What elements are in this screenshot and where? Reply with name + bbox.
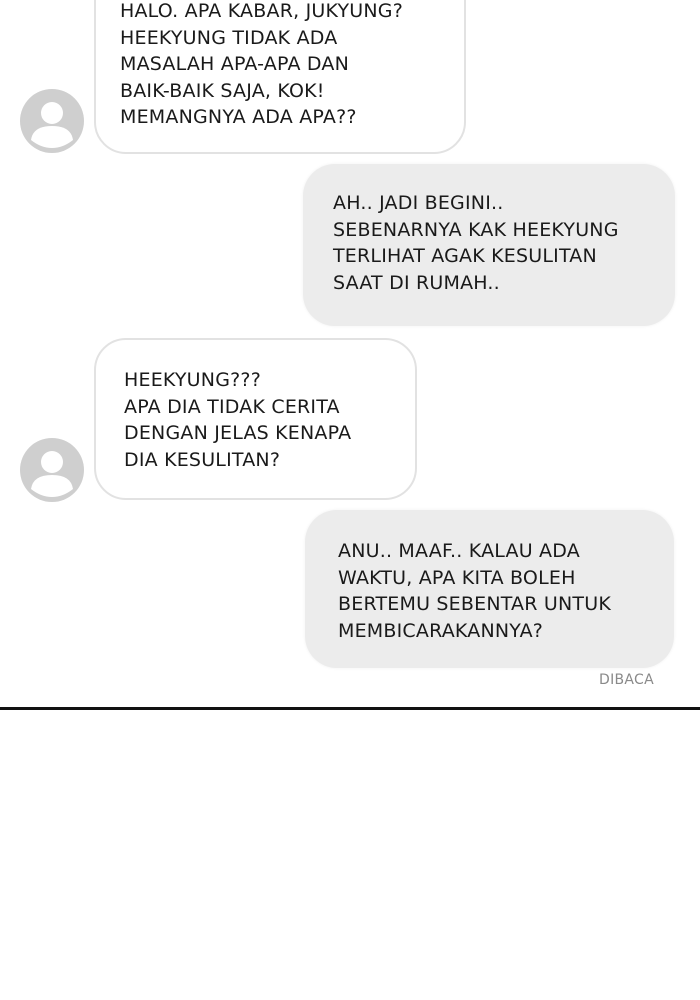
message-line: MEMANGNYA ADA APA?? xyxy=(120,106,357,128)
message-line: HEEKYUNG TIDAK ADA xyxy=(120,26,338,49)
message-line: SAAT DI RUMAH.. xyxy=(333,271,500,294)
message-line: HALO. APA KABAR, JUKYUNG? xyxy=(120,0,403,22)
contact-avatar-icon[interactable] xyxy=(19,437,85,503)
message-line: MEMBICARAKANNYA? xyxy=(338,619,544,642)
message-line: ANU.. MAAF.. KALAU ADA xyxy=(338,540,580,562)
outgoing-message-bubble[interactable]: AH.. JADI BEGINI.. SEBENARNYA KAK HEEKYU… xyxy=(303,164,675,326)
message-line: MASALAH APA-APA DAN xyxy=(120,53,349,75)
read-receipt: DIBACA xyxy=(599,672,654,688)
message-line: WAKTU, APA KITA BOLEH xyxy=(338,566,576,589)
message-line: HEEKYUNG??? xyxy=(124,369,261,391)
chat-panel: HALO. APA KABAR, JUKYUNG? HEEKYUNG TIDAK… xyxy=(0,0,700,708)
incoming-message-bubble[interactable]: HEEKYUNG??? APA DIA TIDAK CERITA DENGAN … xyxy=(94,338,417,500)
message-line: DENGAN JELAS KENAPA xyxy=(124,422,352,444)
message-line: BAIK-BAIK SAJA, KOK! xyxy=(120,79,325,102)
message-line: AH.. JADI BEGINI.. xyxy=(333,192,504,214)
contact-avatar-icon[interactable] xyxy=(19,88,85,154)
message-line: BERTEMU SEBENTAR UNTUK xyxy=(338,593,611,615)
outgoing-message-bubble[interactable]: ANU.. MAAF.. KALAU ADA WAKTU, APA KITA B… xyxy=(305,510,674,668)
incoming-message-bubble[interactable]: HALO. APA KABAR, JUKYUNG? HEEKYUNG TIDAK… xyxy=(94,0,466,154)
message-line: TERLIHAT AGAK KESULITAN xyxy=(333,245,597,267)
message-line: SEBENARNYA KAK HEEKYUNG xyxy=(333,218,619,241)
message-line: DIA KESULITAN? xyxy=(124,448,281,471)
blank-area xyxy=(0,710,700,1000)
message-line: APA DIA TIDAK CERITA xyxy=(124,395,340,418)
